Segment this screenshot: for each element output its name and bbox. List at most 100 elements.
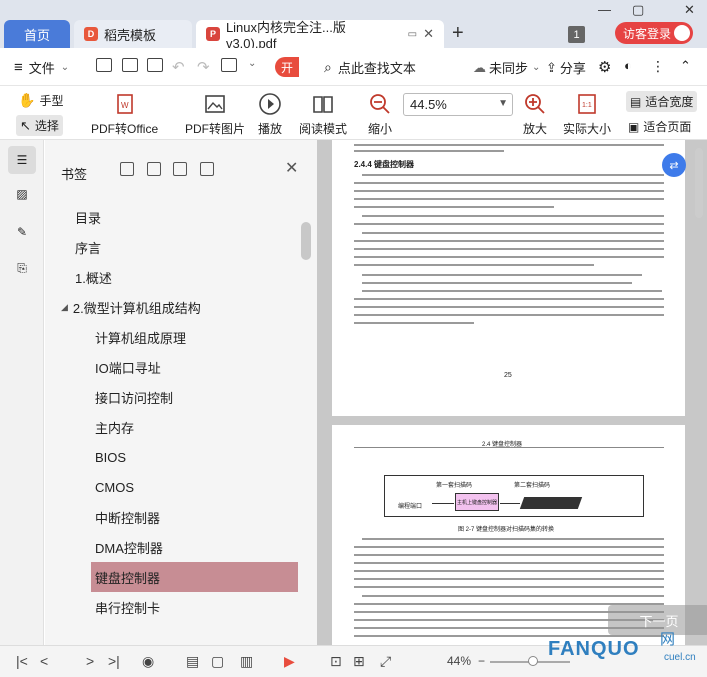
cursor-icon: ↖ — [20, 117, 31, 133]
svg-text:1:1: 1:1 — [582, 102, 592, 109]
document-scrollbar[interactable] — [695, 148, 703, 218]
first-page-icon[interactable]: |< — [16, 653, 28, 669]
search-box[interactable]: ⌕ 点此查找文本 — [324, 58, 416, 77]
zoom-chevron-icon[interactable]: ▼ — [498, 98, 508, 109]
attachment-icon[interactable]: ⎘ — [8, 254, 36, 282]
pdf-to-image-button[interactable]: PDF转图片 — [185, 92, 245, 137]
select-tool-button[interactable]: ↖ 选择 — [16, 115, 63, 136]
bookmark-item[interactable]: 计算机组成原理 — [45, 322, 299, 352]
status-zoom[interactable]: 44% — [447, 654, 471, 668]
expand-all-icon[interactable] — [200, 162, 214, 176]
skin-icon[interactable]: ◐ — [624, 58, 632, 73]
tab-template-label: 稻壳模板 — [104, 27, 157, 43]
monitor-icon[interactable]: ▭ — [408, 29, 417, 40]
play-button[interactable]: 播放 — [258, 92, 282, 137]
login-button[interactable]: 访客登录 — [615, 22, 693, 44]
play-icon — [259, 93, 281, 115]
bookmark-item[interactable]: BIOS — [45, 442, 299, 472]
single-page-icon[interactable]: ▤ — [186, 653, 199, 670]
dual-page-icon[interactable]: ▥ — [240, 653, 253, 670]
bookmark-item[interactable]: 主内存 — [45, 412, 299, 442]
zoom-input[interactable]: 44.5% ▼ — [403, 93, 513, 116]
tab-close-icon[interactable]: ✕ — [423, 26, 434, 42]
close-window-icon[interactable]: ✕ — [684, 2, 695, 18]
sync-status[interactable]: ☁ 未同步 ⌄ — [473, 58, 540, 77]
document-view[interactable]: 2.4.4 键盘控制器 25 2.4 键盘控制器 第一套扫描码 第二套扫描码 主… — [317, 140, 707, 655]
zoom-slider-knob[interactable] — [528, 656, 538, 666]
window-count-badge[interactable]: 1 — [568, 26, 585, 43]
collapse-icon[interactable]: ⌃ — [680, 58, 691, 74]
next-page-button[interactable]: 下一页 — [608, 605, 707, 635]
zoom-in-button[interactable]: 放大 — [523, 92, 547, 137]
tab-bar: 首页 D 稻壳模板 P Linux内核完全注...版v3.0).pdf ▭ ✕ … — [0, 0, 707, 51]
fullscreen-icon[interactable]: ⤢ — [380, 653, 391, 670]
figure-keyboard-controller: 主机上键盘控制器 — [455, 493, 499, 511]
bookmark-item[interactable]: 接口访问控制 — [45, 382, 299, 412]
zoom-value: 44.5% — [410, 97, 447, 112]
zoom-minus-icon[interactable]: − — [478, 654, 485, 668]
svg-text:W: W — [121, 101, 129, 110]
hand-tool-button[interactable]: ✋ 手型 — [18, 92, 63, 109]
fit-width-button[interactable]: ▤ 适合宽度 — [626, 91, 698, 112]
open-button[interactable]: 开 — [275, 57, 299, 77]
actual-size-button[interactable]: 1:1 实际大小 — [563, 92, 611, 137]
export-icon[interactable] — [221, 58, 237, 72]
bookmark-item[interactable]: 串行控制卡 — [45, 592, 299, 622]
restore-icon[interactable]: ▢ — [632, 2, 644, 18]
bookmark-scrollbar[interactable] — [301, 222, 311, 260]
select-label: 选择 — [34, 119, 59, 133]
fit-status-icon[interactable]: ⊞ — [353, 653, 365, 670]
add-child-bookmark-icon[interactable] — [147, 162, 161, 176]
bookmark-item[interactable]: 序言 — [45, 232, 299, 262]
share-button[interactable]: ⇪ 分享 — [546, 58, 586, 77]
prev-page-icon[interactable]: < — [40, 653, 48, 669]
bookmark-item-selected[interactable]: 键盘控制器 — [91, 562, 298, 592]
bookmark-item[interactable]: DMA控制器 — [45, 532, 299, 562]
fit-page-button[interactable]: ▣ 适合页面 — [628, 118, 691, 135]
float-tool-icon[interactable]: ⇄ — [662, 153, 686, 177]
save-icon[interactable] — [122, 58, 138, 72]
bookmark-item[interactable]: 1.概述 — [45, 262, 299, 292]
bookmark-panel-icon[interactable]: ☰ — [8, 146, 36, 174]
pdf-page-1: 2.4.4 键盘控制器 25 — [332, 140, 685, 416]
last-page-icon[interactable]: >| — [108, 653, 120, 669]
annotation-icon[interactable]: ✎ — [8, 218, 36, 246]
new-tab-icon[interactable]: + — [452, 22, 464, 45]
bookmark-item[interactable]: IO端口寻址 — [45, 352, 299, 382]
next-page-icon[interactable]: > — [86, 653, 94, 669]
bookmark-item[interactable]: CMOS — [45, 472, 299, 502]
figure-label-2: 第二套扫描码 — [514, 483, 551, 489]
add-bookmark-icon[interactable] — [120, 162, 134, 176]
tab-document[interactable]: P Linux内核完全注...版v3.0).pdf ▭ ✕ — [196, 20, 444, 51]
continuous-icon[interactable]: ▢ — [211, 653, 224, 670]
more-icon[interactable]: ⋮ — [651, 58, 665, 75]
more-chevron-icon[interactable]: ⌄ — [248, 58, 256, 69]
fit-page-label: 适合页面 — [643, 120, 692, 134]
thumbnail-icon[interactable]: ▨ — [8, 180, 36, 208]
undo-icon[interactable]: ↶ — [172, 58, 185, 76]
minimize-icon[interactable]: — — [598, 2, 611, 17]
tab-home[interactable]: 首页 — [4, 20, 70, 48]
print-icon[interactable] — [147, 58, 163, 72]
read-mode-button[interactable]: 阅读模式 — [299, 92, 347, 137]
expand-arrow-icon[interactable]: ◢ — [61, 302, 68, 313]
delete-bookmark-icon[interactable] — [173, 162, 187, 176]
tab-template[interactable]: D 稻壳模板 — [74, 20, 192, 48]
fit-page-icon: ▣ — [628, 119, 640, 134]
open-file-icon[interactable] — [96, 58, 112, 72]
close-panel-icon[interactable]: ✕ — [285, 158, 298, 178]
redo-icon[interactable]: ↷ — [197, 58, 210, 76]
bookmark-item[interactable]: 目录 — [45, 202, 299, 232]
bookmark-item[interactable]: 中断控制器 — [45, 502, 299, 532]
eye-icon[interactable]: ◉ — [142, 653, 154, 670]
pdf-to-office-button[interactable]: W PDF转Office — [91, 92, 158, 137]
settings-icon[interactable]: ⚙ — [598, 58, 611, 76]
zoom-out-button[interactable]: 缩小 — [368, 92, 392, 137]
watermark-domain: cuel.cn — [664, 652, 696, 663]
file-menu[interactable]: ≡ 文件 ⌄ — [14, 58, 69, 77]
zoom-out-icon — [370, 94, 390, 114]
bookmark-item[interactable]: ◢ 2.微型计算机组成结构 — [45, 292, 299, 322]
play-status-icon[interactable]: ▶ — [284, 653, 295, 670]
actual-size-status-icon[interactable]: ⊡ — [330, 653, 342, 670]
hand-label: 手型 — [39, 94, 64, 108]
